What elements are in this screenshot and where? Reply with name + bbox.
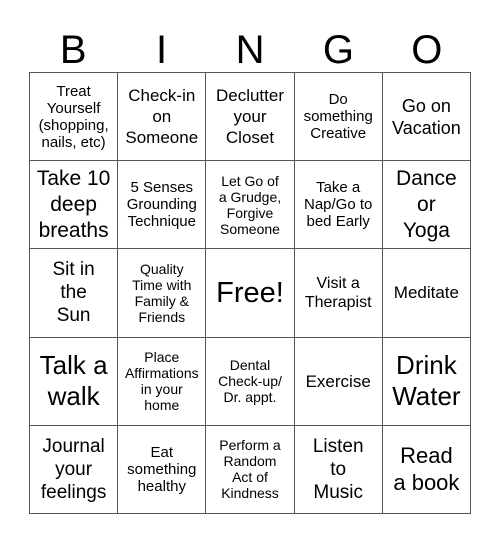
bingo-cell[interactable]: Perform a Random Act of Kindness: [206, 425, 295, 514]
bingo-header: B I N G O: [29, 28, 471, 72]
bingo-cell[interactable]: Go on Vacation: [382, 73, 471, 162]
header-letter-b: B: [59, 28, 87, 72]
bingo-cell[interactable]: Listen to Music: [294, 425, 383, 514]
bingo-cell[interactable]: Talk a walk: [30, 337, 119, 426]
bingo-card-grid: Treat Yourself (shopping, nails, etc) Ch…: [29, 72, 471, 514]
header-letter-n: N: [235, 28, 265, 72]
bingo-cell[interactable]: Check-in on Someone: [118, 73, 207, 162]
header-letter-g: G: [322, 28, 354, 72]
bingo-cell[interactable]: Take 10 deep breaths: [30, 161, 119, 250]
bingo-cell[interactable]: Do something Creative: [294, 73, 383, 162]
bingo-cell[interactable]: Dental Check-up/ Dr. appt.: [206, 337, 295, 426]
bingo-cell[interactable]: Exercise: [294, 337, 383, 426]
bingo-cell[interactable]: 5 Senses Grounding Technique: [118, 161, 207, 250]
bingo-cell[interactable]: Take a Nap/Go to bed Early: [294, 161, 383, 250]
bingo-cell-free[interactable]: Free!: [206, 249, 295, 338]
header-letter-o: O: [411, 28, 443, 72]
bingo-cell[interactable]: Quality Time with Family & Friends: [118, 249, 207, 338]
bingo-cell[interactable]: Eat something healthy: [118, 425, 207, 514]
bingo-cell[interactable]: Declutter your Closet: [206, 73, 295, 162]
bingo-cell[interactable]: Journal your feelings: [30, 425, 119, 514]
bingo-cell[interactable]: Read a book: [382, 425, 471, 514]
header-letter-i: I: [156, 28, 168, 72]
bingo-cell[interactable]: Place Affirmations in your home: [118, 337, 207, 426]
bingo-cell[interactable]: Sit in the Sun: [30, 249, 119, 338]
bingo-cell[interactable]: Visit a Therapist: [294, 249, 383, 338]
bingo-cell[interactable]: Drink Water: [382, 337, 471, 426]
bingo-cell[interactable]: Treat Yourself (shopping, nails, etc): [30, 73, 119, 162]
bingo-cell[interactable]: Dance or Yoga: [382, 161, 471, 250]
bingo-cell[interactable]: Let Go of a Grudge, Forgive Someone: [206, 161, 295, 250]
bingo-cell[interactable]: Meditate: [382, 249, 471, 338]
